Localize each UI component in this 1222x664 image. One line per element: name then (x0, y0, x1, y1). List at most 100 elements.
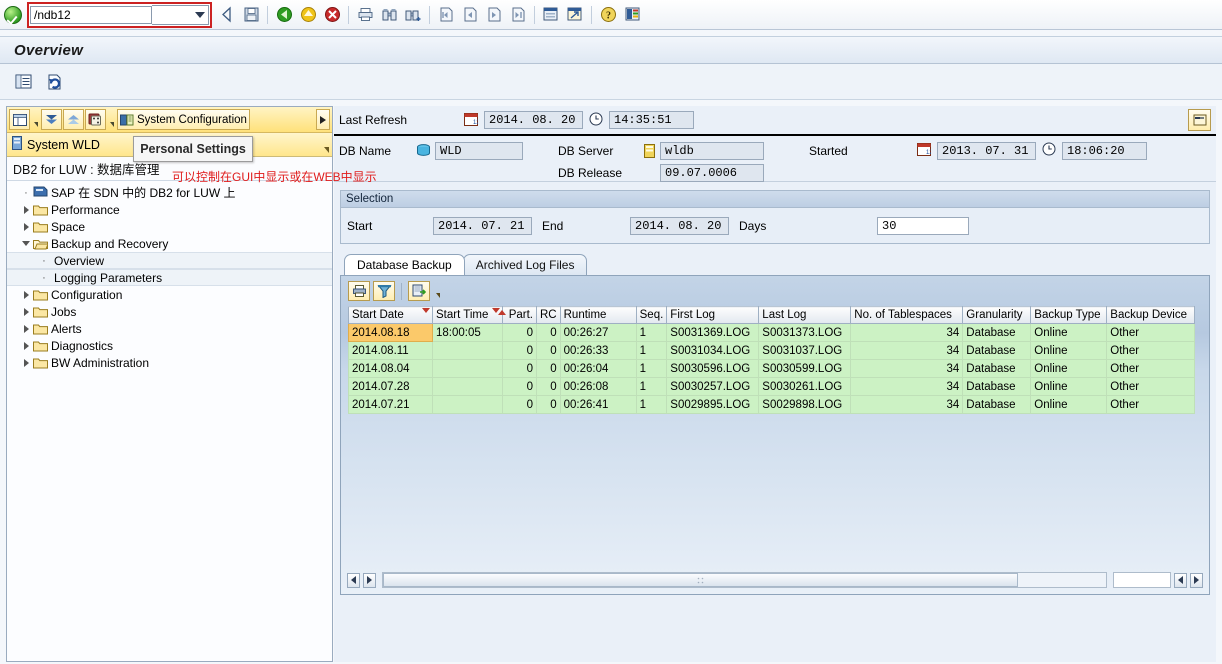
tree-toolbar-overflow-button[interactable] (316, 109, 330, 130)
printer-icon[interactable] (348, 281, 370, 301)
yellow-up-icon[interactable] (297, 4, 319, 26)
first-page-icon[interactable] (435, 4, 457, 26)
cell-start-date[interactable]: 2014.07.21 (348, 395, 433, 414)
chevron-down-icon[interactable] (19, 241, 33, 246)
collapse-down-icon[interactable] (41, 109, 62, 130)
table-row[interactable]: 2014.08.18 18:00:05 0 0 00:26:27 1 S0031… (348, 323, 1196, 342)
column-header-part[interactable]: Part. (498, 306, 537, 324)
column-header-no-of-tablespaces[interactable]: No. of Tablespaces (850, 306, 964, 324)
cell-runtime[interactable]: 00:26:04 (559, 359, 637, 378)
cell-no-of-tablespaces[interactable]: 34 (850, 359, 964, 378)
chevron-right-icon[interactable] (19, 205, 33, 214)
cell-rc[interactable]: 0 (536, 359, 561, 378)
cell-backup-type[interactable]: Online (1030, 359, 1108, 378)
tree-node-backup-and-recovery[interactable]: Backup and Recovery (7, 235, 332, 252)
system-configuration-button[interactable]: System Configuration (117, 109, 250, 130)
tree-node-bw-administration[interactable]: BW Administration (7, 354, 332, 371)
cell-runtime[interactable]: 00:26:33 (559, 341, 637, 360)
cell-first-log[interactable]: S0031369.LOG (666, 323, 760, 342)
cell-runtime[interactable]: 00:26:08 (559, 377, 637, 396)
cell-part[interactable]: 0 (502, 341, 537, 360)
cell-runtime[interactable]: 00:26:27 (559, 323, 637, 342)
cell-last-log[interactable]: S0030261.LOG (758, 377, 852, 396)
cell-rc[interactable]: 0 (536, 323, 561, 342)
tree-node-jobs[interactable]: Jobs (7, 303, 332, 320)
shortcut-icon[interactable] (564, 4, 586, 26)
cell-backup-type[interactable]: Online (1030, 323, 1108, 342)
tree-node-logging-parameters[interactable]: · Logging Parameters (7, 269, 332, 286)
green-check-icon[interactable] (4, 5, 22, 24)
tree-node-configuration[interactable]: Configuration (7, 286, 332, 303)
cell-runtime[interactable]: 00:26:41 (559, 395, 637, 414)
red-x-icon[interactable] (321, 4, 343, 26)
cell-granularity[interactable]: Database (962, 323, 1032, 342)
cell-backup-type[interactable]: Online (1030, 377, 1108, 396)
cell-start-date[interactable]: 2014.08.04 (348, 359, 433, 378)
cell-no-of-tablespaces[interactable]: 34 (850, 323, 964, 342)
binoculars-icon[interactable] (378, 4, 400, 26)
save-disk-icon[interactable] (240, 4, 262, 26)
column-header-last-log[interactable]: Last Log (758, 306, 852, 324)
cell-backup-device[interactable]: Other (1106, 323, 1196, 342)
back-button[interactable] (216, 4, 238, 26)
chevron-right-icon[interactable] (19, 307, 33, 316)
refresh-page-icon[interactable] (43, 71, 65, 93)
cell-backup-type[interactable]: Online (1030, 341, 1108, 360)
column-header-start-date[interactable]: Start Date (348, 306, 433, 324)
column-header-backup-device[interactable]: Backup Device (1106, 306, 1196, 324)
cell-start-date[interactable]: 2014.08.18 (348, 323, 433, 342)
column-header-seq[interactable]: Seq. (635, 306, 668, 324)
columns-icon[interactable] (9, 109, 30, 130)
cell-last-log[interactable]: S0031373.LOG (758, 323, 852, 342)
cell-part[interactable]: 0 (502, 323, 537, 342)
column-header-granularity[interactable]: Granularity (962, 306, 1032, 324)
tree-node-overview[interactable]: · Overview (7, 252, 332, 269)
cell-part[interactable]: 0 (502, 377, 537, 396)
cell-backup-device[interactable]: Other (1106, 341, 1196, 360)
previous-page-icon[interactable] (459, 4, 481, 26)
cell-seq[interactable]: 1 (635, 377, 668, 396)
tab-database-backup[interactable]: Database Backup (344, 254, 465, 275)
started-date-field[interactable]: 2013. 07. 31 (937, 141, 1036, 160)
cell-start-time[interactable] (432, 341, 503, 360)
tree-node-performance[interactable]: Performance (7, 201, 332, 218)
tab-archived-log-files[interactable]: Archived Log Files (462, 254, 588, 275)
cell-start-time[interactable]: 18:00:05 (432, 323, 503, 342)
cell-part[interactable]: 0 (502, 395, 537, 414)
cell-first-log[interactable]: S0031034.LOG (666, 341, 760, 360)
cell-last-log[interactable]: S0031037.LOG (758, 341, 852, 360)
table-row[interactable]: 2014.07.21 0 0 00:26:41 1 S0029895.LOG S… (348, 395, 1196, 414)
column-header-start-time[interactable]: Start Time (432, 306, 503, 324)
cell-start-date[interactable]: 2014.08.11 (348, 341, 433, 360)
cell-first-log[interactable]: S0029895.LOG (666, 395, 760, 414)
tree-node-alerts[interactable]: Alerts (7, 320, 332, 337)
cell-granularity[interactable]: Database (962, 395, 1032, 414)
funnel-filter-icon[interactable] (373, 281, 395, 301)
cell-granularity[interactable]: Database (962, 359, 1032, 378)
scroll-left-button[interactable] (347, 572, 360, 588)
cell-backup-type[interactable]: Online (1030, 395, 1108, 414)
cell-first-log[interactable]: S0030257.LOG (666, 377, 760, 396)
cell-rc[interactable]: 0 (536, 395, 561, 414)
question-mark-icon[interactable]: ? (597, 4, 619, 26)
scroll-right-button[interactable] (1190, 572, 1203, 588)
cell-part[interactable]: 0 (502, 359, 537, 378)
column-header-rc[interactable]: RC (536, 306, 561, 324)
start-date-field[interactable]: 2014. 07. 21 (433, 216, 532, 235)
list-detail-icon[interactable] (12, 71, 34, 93)
chevron-right-icon[interactable] (19, 341, 33, 350)
settings-dropdown-icon[interactable] (107, 109, 116, 130)
cell-last-log[interactable]: S0030599.LOG (758, 359, 852, 378)
table-row[interactable]: 2014.07.28 0 0 00:26:08 1 S0030257.LOG S… (348, 377, 1196, 396)
next-page-icon[interactable] (483, 4, 505, 26)
cell-no-of-tablespaces[interactable]: 34 (850, 377, 964, 396)
cell-backup-device[interactable]: Other (1106, 377, 1196, 396)
columns-dropdown-icon[interactable] (31, 109, 40, 130)
column-header-backup-type[interactable]: Backup Type (1030, 306, 1108, 324)
binoculars-plus-icon[interactable] (402, 4, 424, 26)
chevron-right-icon[interactable] (19, 222, 33, 231)
cell-rc[interactable]: 0 (536, 341, 561, 360)
cell-start-time[interactable] (432, 377, 503, 396)
settings-dice-icon[interactable] (85, 109, 106, 130)
cell-backup-device[interactable]: Other (1106, 359, 1196, 378)
